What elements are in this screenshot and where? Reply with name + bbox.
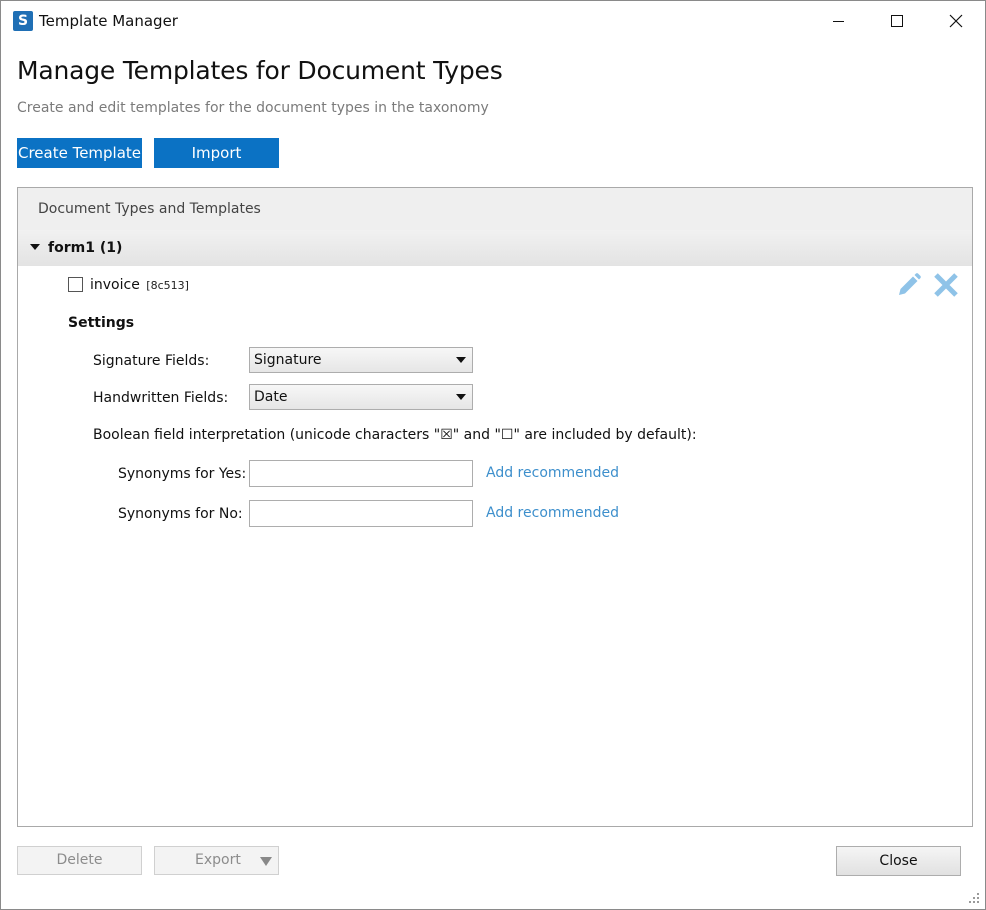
- synonyms-no-input[interactable]: [249, 500, 473, 527]
- handwritten-fields-value: Date: [254, 389, 288, 405]
- page-subtitle: Create and edit templates for the docume…: [17, 100, 489, 116]
- template-checkbox[interactable]: [68, 277, 83, 292]
- close-window-button[interactable]: [933, 1, 979, 41]
- delete-x-icon[interactable]: [933, 272, 959, 298]
- title-bar: S Template Manager: [1, 1, 985, 41]
- dropdown-arrow-icon: [456, 394, 466, 400]
- document-type-group-form1[interactable]: form1 (1): [18, 230, 972, 266]
- handwritten-fields-select[interactable]: Date: [249, 384, 473, 410]
- delete-button[interactable]: Delete: [17, 846, 142, 875]
- export-dropdown-icon[interactable]: [260, 857, 272, 866]
- create-template-button[interactable]: Create Template: [17, 138, 142, 168]
- signature-fields-label: Signature Fields:: [93, 353, 210, 369]
- import-button[interactable]: Import: [154, 138, 279, 168]
- add-recommended-no-link[interactable]: Add recommended: [486, 505, 619, 521]
- panel-header-label: Document Types and Templates: [38, 201, 261, 217]
- panel-header: Document Types and Templates: [18, 188, 972, 230]
- export-label: Export: [195, 852, 241, 868]
- page-title: Manage Templates for Document Types: [17, 56, 503, 85]
- handwritten-fields-label: Handwritten Fields:: [93, 390, 229, 406]
- expand-caret-icon[interactable]: [30, 244, 40, 250]
- group-label: form1 (1): [48, 240, 123, 256]
- maximize-button[interactable]: [873, 1, 919, 41]
- add-recommended-yes-link[interactable]: Add recommended: [486, 465, 619, 481]
- app-logo-icon: S: [13, 11, 33, 31]
- synonyms-yes-input[interactable]: [249, 460, 473, 487]
- signature-fields-select[interactable]: Signature: [249, 347, 473, 373]
- document-types-panel: Document Types and Templates form1 (1) i…: [17, 187, 973, 827]
- window-title: Template Manager: [39, 12, 178, 30]
- export-button[interactable]: Export: [154, 846, 279, 875]
- minimize-button[interactable]: [815, 1, 861, 41]
- template-manager-window: S Template Manager Manage Templates for …: [0, 0, 986, 910]
- dropdown-arrow-icon: [456, 357, 466, 363]
- template-name: invoice [8c513]: [90, 277, 189, 293]
- synonyms-yes-label: Synonyms for Yes:: [118, 466, 247, 482]
- synonyms-no-label: Synonyms for No:: [118, 506, 243, 522]
- edit-pencil-icon[interactable]: [896, 272, 922, 298]
- template-id: [8c513]: [146, 279, 189, 292]
- close-icon: [949, 14, 963, 28]
- close-button[interactable]: Close: [836, 846, 961, 876]
- resize-grip-icon[interactable]: [967, 891, 981, 905]
- boolean-interpretation-label: Boolean field interpretation (unicode ch…: [93, 427, 697, 443]
- signature-fields-value: Signature: [254, 352, 322, 368]
- template-name-text: invoice: [90, 277, 140, 293]
- settings-heading: Settings: [68, 315, 135, 331]
